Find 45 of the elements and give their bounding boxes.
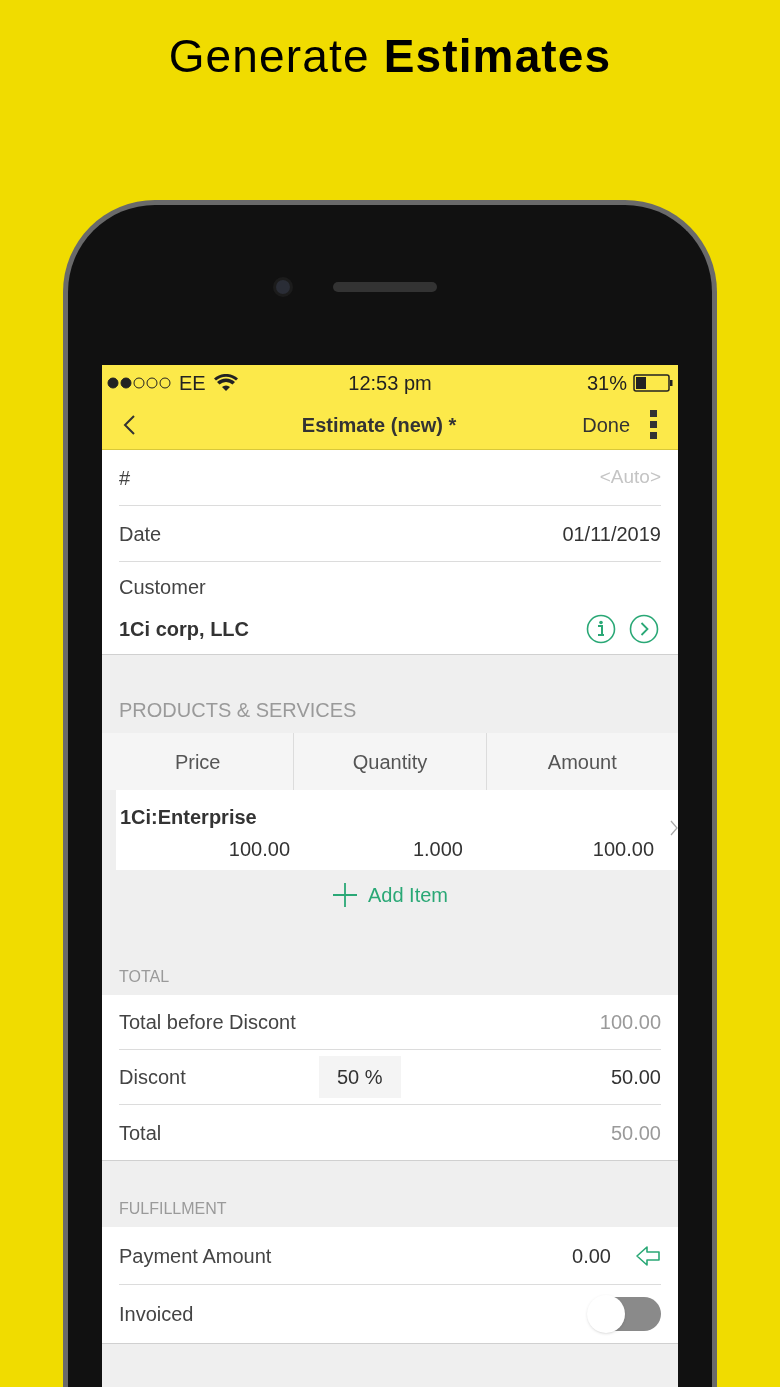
headline: Generate Estimates (168, 29, 612, 84)
product-row[interactable]: 1Ci:Enterprise 100.00 1.000 100.00 (116, 790, 678, 870)
done-button[interactable]: Done (582, 409, 630, 440)
date-value[interactable]: 01/11/2019 (562, 518, 661, 549)
battery-percent: 31% (586, 370, 627, 396)
chevron-right-icon[interactable] (629, 614, 659, 644)
column-header: Price (174, 749, 221, 775)
row-label: Discont (119, 1065, 187, 1090)
status-time: 12:53 pm (347, 370, 433, 396)
back-icon[interactable] (122, 413, 136, 436)
price-value: 100.00 (227, 837, 290, 862)
customer-name[interactable]: 1Ci corp, LLC (119, 614, 249, 644)
field-label: Date (119, 521, 162, 547)
row-label: Total (119, 1120, 163, 1146)
battery-icon (633, 373, 673, 392)
discount-field[interactable]: 50 % (319, 1056, 401, 1098)
carrier-name: EE (179, 370, 206, 396)
wifi-icon (213, 373, 238, 392)
toggle-switch[interactable] (587, 1295, 661, 1333)
quantity-value: 1.000 (411, 837, 463, 862)
arrow-left-icon[interactable] (635, 1244, 661, 1267)
column-header: Amount (547, 749, 617, 775)
row-value: 0.00 (572, 1243, 611, 1269)
row-value: 100.00 (599, 1010, 661, 1035)
section-heading: FULFILLMENT (119, 1199, 227, 1219)
camera-icon (273, 277, 293, 297)
screen-title: Estimate (new) * (300, 412, 458, 438)
section-heading: TOTAL (119, 967, 170, 987)
chevron-right-icon (670, 820, 678, 836)
number-field[interactable]: <Auto> (130, 463, 661, 492)
info-icon[interactable] (586, 614, 616, 644)
row-label: Payment Amount (119, 1243, 272, 1269)
field-label: Customer (119, 575, 207, 600)
row-label: Total before Discont (119, 1010, 297, 1035)
more-icon[interactable] (650, 409, 658, 440)
product-name: 1Ci:Enterprise (120, 805, 258, 830)
plus-icon (331, 882, 358, 908)
row-value: 50.00 (610, 1065, 661, 1090)
signal-icon (107, 376, 171, 389)
column-header: Quantity (352, 749, 428, 775)
field-label: # (119, 465, 131, 491)
amount-value: 100.00 (591, 837, 654, 862)
row-label: Invoiced (119, 1302, 194, 1327)
row-value: 50.00 (610, 1120, 661, 1146)
section-heading: PRODUCTS & SERVICES (119, 698, 357, 723)
